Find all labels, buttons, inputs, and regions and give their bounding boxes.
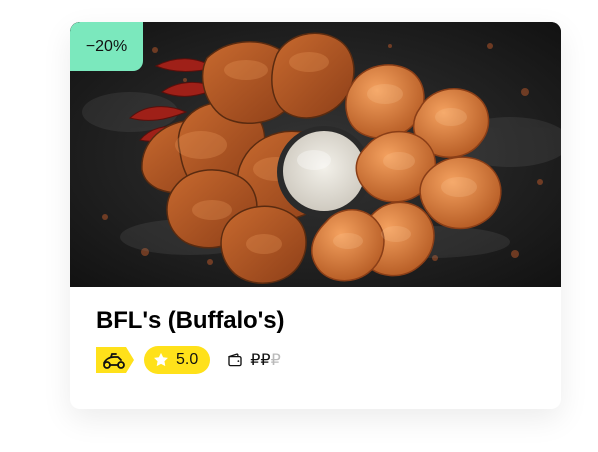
discount-badge: −20%: [70, 22, 143, 71]
price-level: ₽₽₽: [226, 350, 281, 370]
wallet-icon: [228, 353, 242, 367]
restaurant-photo: −20%: [70, 22, 561, 287]
delivery-badge: [96, 347, 134, 373]
delivery-scooter-icon: [96, 347, 134, 373]
rating-value: 5.0: [176, 351, 199, 368]
rating-badge: 5.0: [144, 346, 211, 374]
price-inactive: ₽: [270, 352, 281, 369]
price-active: ₽₽: [250, 352, 271, 369]
restaurant-card[interactable]: −20% BFL's (Buffalo's) 5.0 ₽₽₽: [70, 22, 561, 409]
restaurant-meta: 5.0 ₽₽₽: [96, 346, 281, 374]
restaurant-title: BFL's (Buffalo's): [96, 307, 285, 334]
food-image: [70, 22, 561, 287]
restaurant-info: BFL's (Buffalo's) 5.0 ₽₽₽: [96, 307, 535, 374]
star-icon: [154, 352, 168, 367]
